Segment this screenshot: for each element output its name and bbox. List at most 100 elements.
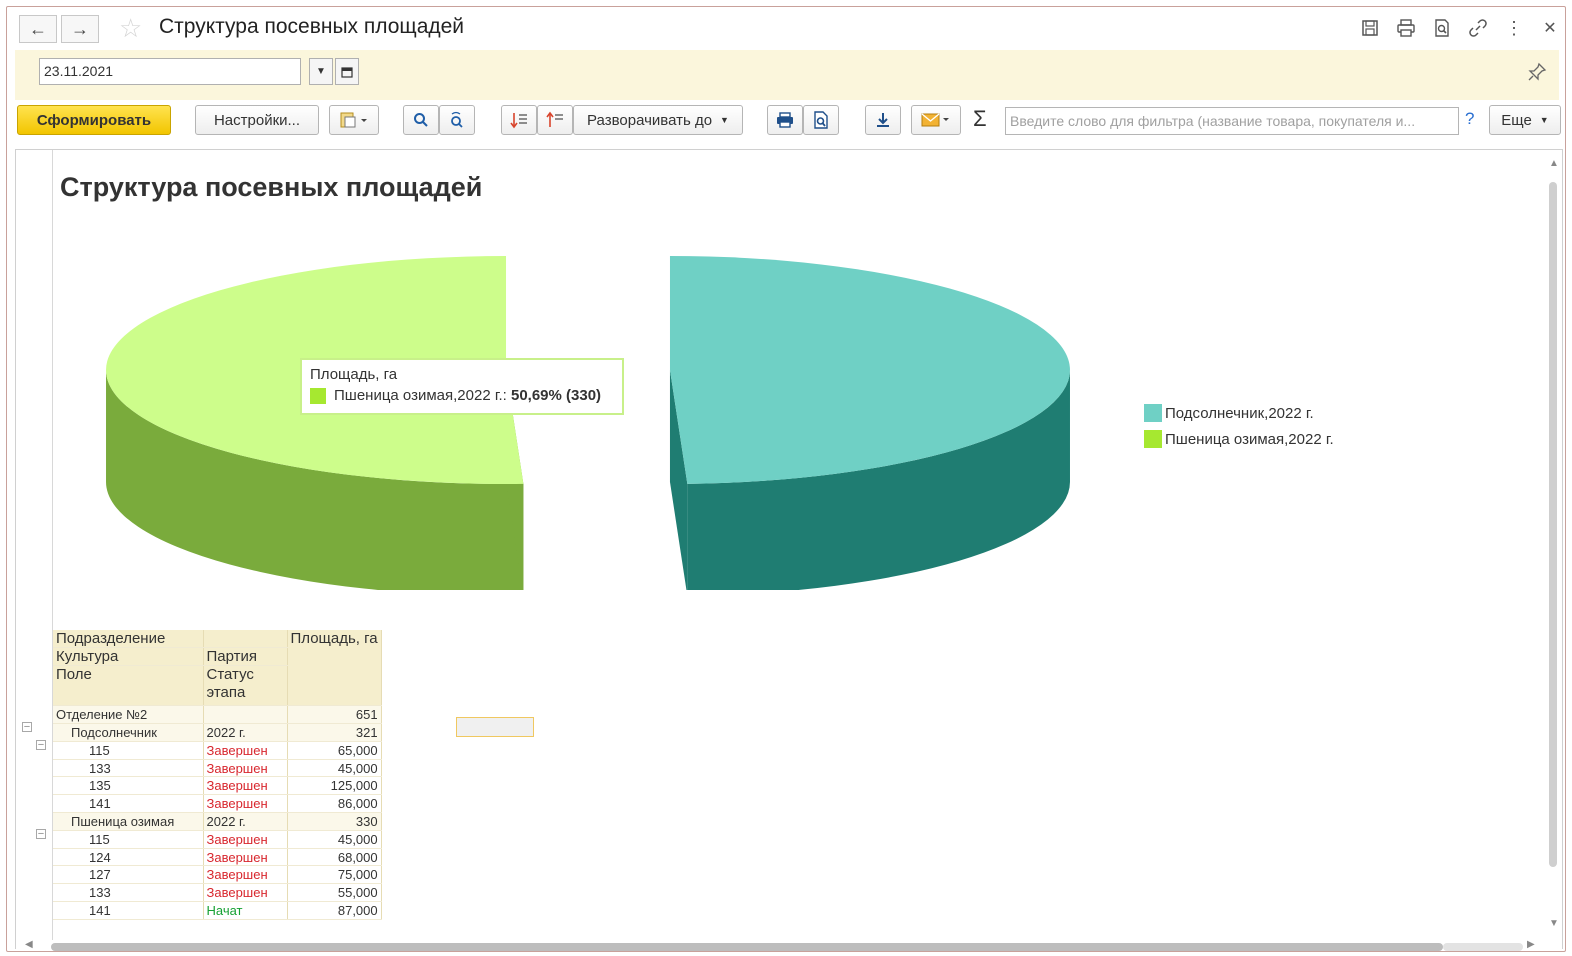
tooltip-label: Пшеница озимая,2022 г.: (334, 387, 511, 404)
variants-button[interactable] (329, 105, 379, 135)
date-dropdown-button[interactable]: ▼ (309, 58, 333, 85)
horizontal-scroll-thumb[interactable] (51, 943, 1443, 951)
more-vertical-icon[interactable]: ⋮ (1503, 17, 1525, 39)
variants-icon (340, 112, 367, 128)
scroll-right-icon[interactable]: ▶ (1527, 939, 1535, 950)
email-icon (921, 113, 949, 127)
field-area: 45,000 (287, 759, 382, 778)
table-row[interactable]: 135 Завершен 125,000 (53, 776, 382, 796)
header-area: Площадь, га (287, 630, 382, 707)
window-title: Структура посевных площадей (159, 15, 465, 38)
send-email-button[interactable] (911, 105, 961, 135)
table-row[interactable]: 133 Завершен 45,000 (53, 759, 382, 778)
expand-to-dropdown[interactable]: Разворачивать до ▼ (573, 105, 743, 135)
legend-item[interactable]: Подсолнечник,2022 г. (1144, 400, 1334, 426)
scroll-up-icon[interactable]: ▲ (1549, 158, 1559, 169)
header-crop: Культура (53, 647, 204, 667)
table-row[interactable]: 141 Начат 87,000 (53, 901, 382, 920)
date-field[interactable]: 23.11.2021 (39, 58, 301, 85)
field-number: 115 (53, 741, 204, 760)
division-area: 651 (287, 705, 382, 725)
filter-input[interactable]: Введите слово для фильтра (название това… (1005, 107, 1459, 135)
expand-to-label: Разворачивать до (587, 111, 713, 129)
table-header-row: Подразделение Площадь, га (53, 630, 382, 707)
legend-swatch (1144, 430, 1162, 448)
table-row[interactable]: 115 Завершен 65,000 (53, 741, 382, 760)
favorite-star-icon[interactable]: ☆ (119, 13, 142, 44)
generate-button[interactable]: Сформировать (17, 105, 171, 135)
more-button[interactable]: Еще ▼ (1489, 105, 1561, 135)
parameters-panel: 23.11.2021 ▼ (15, 50, 1559, 100)
field-area: 55,000 (287, 883, 382, 903)
tooltip-title: Площадь, га (310, 366, 398, 383)
crop-row[interactable]: Подсолнечник 2022 г. 321 (53, 723, 382, 742)
pin-icon[interactable] (1527, 62, 1547, 87)
table-row[interactable]: 115 Завершен 45,000 (53, 830, 382, 849)
chevron-down-icon: ▼ (1539, 115, 1549, 125)
vertical-scroll-thumb[interactable] (1549, 182, 1557, 867)
field-number: 133 (53, 883, 204, 903)
field-area: 65,000 (287, 741, 382, 760)
link-icon[interactable] (1467, 17, 1489, 39)
pie-slice[interactable] (669, 256, 1070, 590)
expand-rows-icon (510, 113, 527, 129)
expand-all-button[interactable] (501, 105, 537, 135)
back-button[interactable]: ← (19, 15, 57, 43)
stage-status: Завершен (203, 741, 288, 760)
field-number: 135 (53, 776, 204, 796)
search-next-button[interactable] (439, 105, 475, 135)
field-area: 45,000 (287, 830, 382, 849)
table-row[interactable]: 133 Завершен 55,000 (53, 883, 382, 903)
close-icon[interactable]: ✕ (1539, 17, 1561, 39)
more-label: Еще (1501, 111, 1532, 129)
field-number: 115 (53, 830, 204, 849)
collapse-all-button[interactable] (537, 105, 573, 135)
printer-icon (777, 112, 793, 128)
table-row[interactable]: 141 Завершен 86,000 (53, 794, 382, 814)
back-arrow-icon: ← (29, 18, 47, 39)
division-empty (203, 705, 288, 725)
print-preview-button[interactable] (803, 105, 839, 135)
download-icon (877, 113, 889, 127)
stage-status: Начат (203, 901, 288, 920)
settings-button[interactable]: Настройки... (195, 105, 319, 135)
division-row[interactable]: Отделение №2 651 (53, 705, 382, 725)
stage-status: Завершен (203, 794, 288, 814)
collapse-group-toggle[interactable]: − (36, 829, 46, 840)
header-empty (203, 630, 288, 649)
legend-label: Пшеница озимая,2022 г. (1165, 430, 1334, 448)
crop-area: 321 (287, 723, 382, 742)
collapse-group-toggle[interactable]: − (36, 740, 46, 751)
preview-icon[interactable] (1431, 17, 1453, 39)
forward-button[interactable]: → (61, 15, 99, 43)
table-row[interactable]: 127 Завершен 75,000 (53, 865, 382, 885)
legend-swatch (1144, 404, 1162, 422)
division-name: Отделение №2 (53, 705, 204, 725)
crop-row[interactable]: Пшеница озимая 2022 г. 330 (53, 812, 382, 831)
report-area: Структура посевных площадей Площадь, га … (15, 149, 1563, 949)
save-icon[interactable] (1359, 17, 1381, 39)
sum-icon[interactable]: Σ (973, 106, 987, 132)
header-field: Поле (53, 665, 204, 707)
selected-cell[interactable] (456, 717, 534, 737)
field-area: 75,000 (287, 865, 382, 885)
print-preview-icon (814, 111, 828, 129)
field-number: 133 (53, 759, 204, 778)
header-batch: Партия (203, 647, 288, 667)
header-stage-status: Статус этапа (203, 665, 288, 707)
print-icon[interactable] (1395, 17, 1417, 39)
download-button[interactable] (865, 105, 901, 135)
report-table: Подразделение Площадь, га Культура Парти… (53, 630, 382, 920)
scroll-down-icon[interactable]: ▼ (1549, 918, 1559, 929)
search-button[interactable] (403, 105, 439, 135)
collapse-division-toggle[interactable]: − (22, 722, 32, 733)
legend-item[interactable]: Пшеница озимая,2022 г. (1144, 426, 1334, 452)
search-next-icon (451, 111, 463, 128)
scroll-left-icon[interactable]: ◀ (25, 939, 33, 950)
help-icon[interactable]: ? (1465, 109, 1474, 129)
pie-slice[interactable] (106, 256, 524, 590)
print-button[interactable] (767, 105, 803, 135)
table-row[interactable]: 124 Завершен 68,000 (53, 848, 382, 867)
calendar-button[interactable] (335, 58, 359, 85)
field-number: 141 (53, 901, 204, 920)
